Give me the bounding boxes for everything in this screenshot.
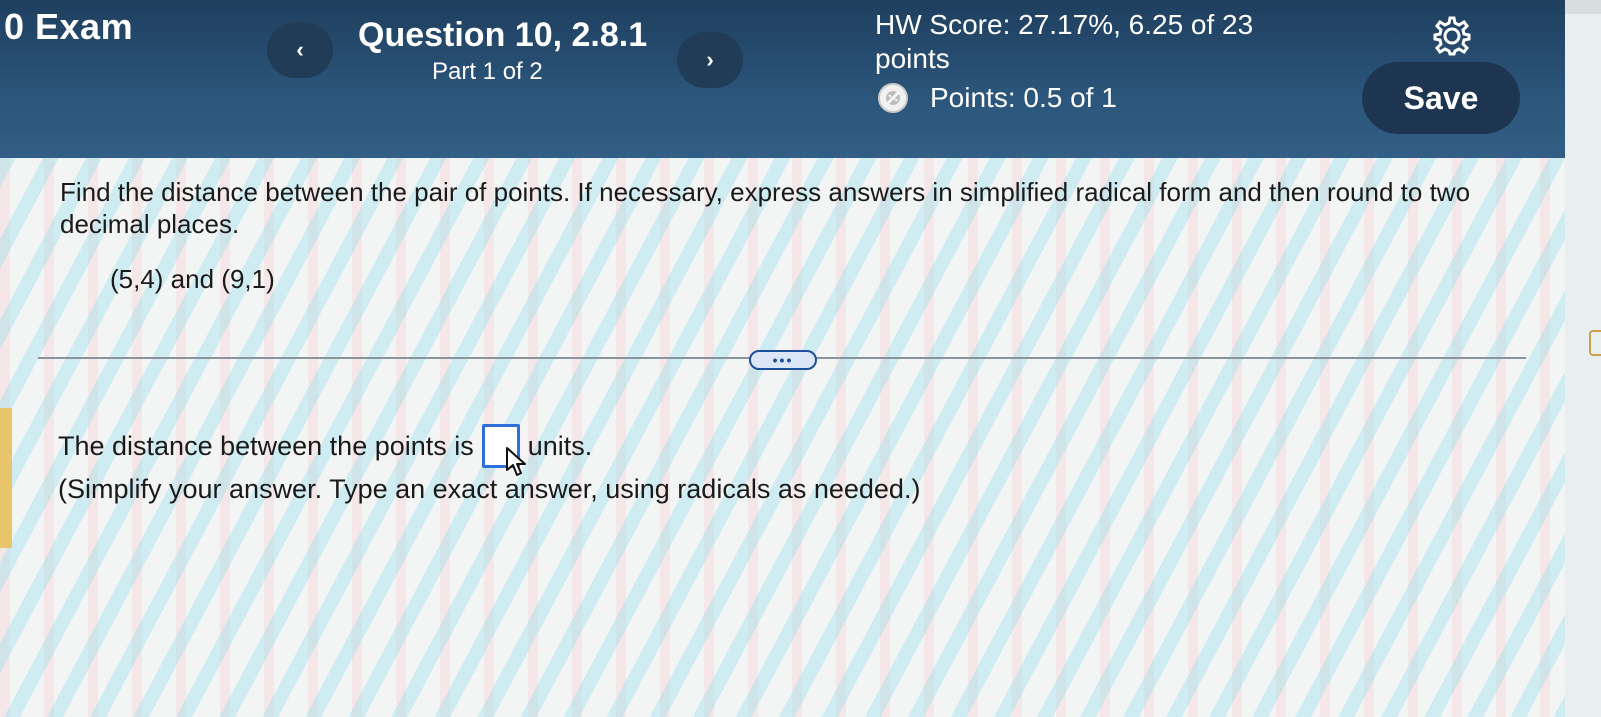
next-question-button[interactable]: › [677, 32, 743, 88]
points-status: Points: 0.5 of 1 [878, 82, 1117, 114]
question-title: Question 10, 2.8.1 [358, 16, 648, 54]
chevron-right-icon: › [706, 47, 714, 72]
exam-title: 0 Exam [4, 6, 134, 47]
answer-hint: (Simplify your answer. Type an exact ans… [58, 474, 921, 504]
right-edge-panel [1565, 0, 1601, 717]
part-label: Part 1 of 2 [432, 58, 543, 85]
question-instructions: Find the distance between the pair of po… [60, 177, 1471, 239]
given-points: (5,4) and (9,1) [110, 264, 275, 294]
answer-suffix: units. [527, 430, 593, 461]
answer-prefix: The distance between the points is [58, 430, 474, 461]
hw-score: HW Score: 27.17%, 6.25 of 23 points [875, 9, 1254, 74]
previous-question-button[interactable]: ‹ [267, 22, 333, 78]
more-options-button[interactable]: ••• [749, 350, 817, 370]
left-accent-bar [0, 408, 12, 548]
partial-credit-icon [878, 83, 908, 113]
gear-icon[interactable] [1430, 14, 1474, 58]
side-panel-handle[interactable] [1589, 330, 1601, 356]
chevron-left-icon: ‹ [296, 37, 304, 62]
save-button[interactable]: Save [1362, 62, 1520, 134]
points-label: Points: 0.5 of 1 [930, 82, 1117, 113]
header-bar: 0 Exam ‹ Question 10, 2.8.1 Part 1 of 2 … [0, 0, 1565, 158]
right-edge-top [1565, 0, 1601, 14]
